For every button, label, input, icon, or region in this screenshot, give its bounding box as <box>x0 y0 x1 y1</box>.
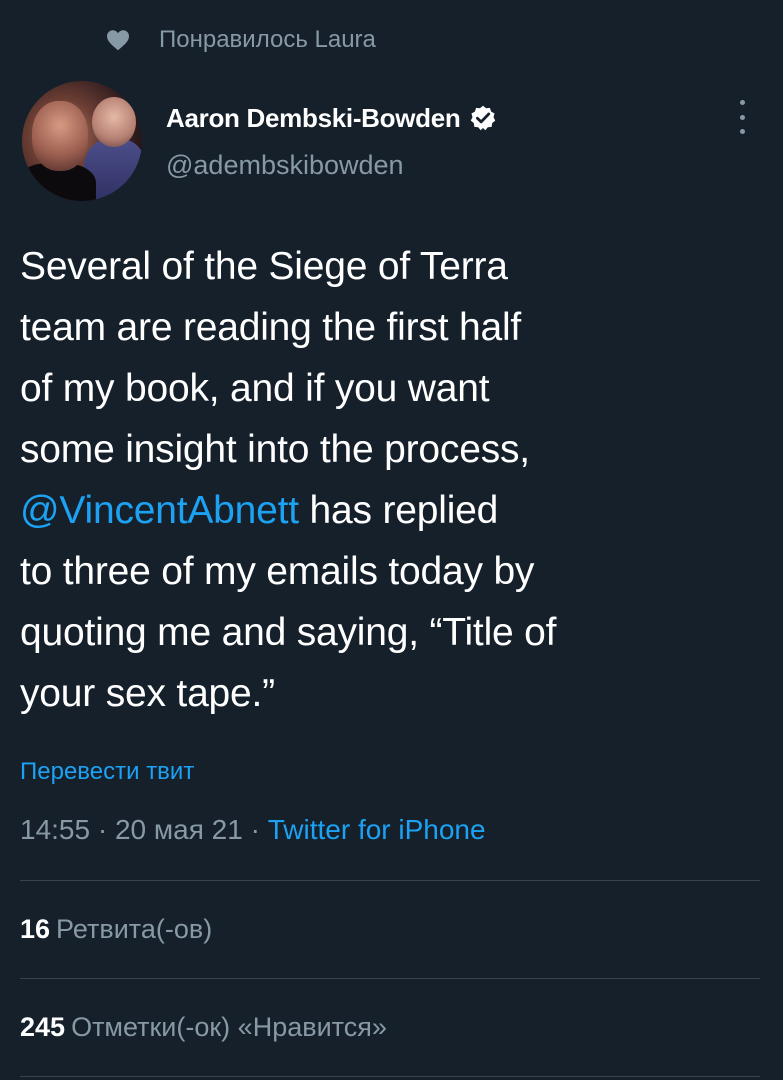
tweet-source-link[interactable]: Twitter for iPhone <box>268 814 486 845</box>
divider <box>20 880 760 881</box>
tweet-meta: 14:55 · 20 мая 21 · Twitter for iPhone <box>20 814 486 846</box>
mention-link[interactable]: @VincentAbnett <box>20 489 299 532</box>
likes-label: Отметки(-ок) «Нравится» <box>71 1012 387 1042</box>
tweet-text: Several of the Siege of Terra team are r… <box>20 236 740 724</box>
meta-separator: · <box>90 814 115 845</box>
retweets-stat[interactable]: 16 Ретвита(-ов) <box>20 914 212 945</box>
social-context-text: Понравилось Laura <box>159 26 376 53</box>
likes-count: 245 <box>20 1012 66 1042</box>
author-display-name[interactable]: Aaron Dembski-Bowden <box>166 103 461 134</box>
avatar[interactable] <box>22 81 142 201</box>
heart-icon <box>106 29 130 51</box>
likes-stat[interactable]: 245 Отметки(-ок) «Нравится» <box>20 1012 387 1043</box>
divider <box>20 1076 760 1077</box>
verified-badge-icon <box>469 104 497 132</box>
more-vertical-icon[interactable] <box>728 100 756 134</box>
author-name-row[interactable]: Aaron Dembski-Bowden <box>166 98 497 138</box>
tweet-text-part1: Several of the Siege of Terra team are r… <box>20 245 530 471</box>
retweets-label: Ретвита(-ов) <box>56 914 213 944</box>
social-context[interactable]: Понравилось Laura <box>106 24 376 56</box>
tweet-time[interactable]: 14:55 <box>20 814 90 845</box>
meta-separator: · <box>242 814 268 845</box>
author-handle[interactable]: @adembskibowden <box>166 150 404 181</box>
tweet-date[interactable]: 20 мая 21 <box>115 814 243 845</box>
translate-tweet-link[interactable]: Перевести твит <box>20 758 194 786</box>
retweets-count: 16 <box>20 914 51 944</box>
divider <box>20 978 760 979</box>
